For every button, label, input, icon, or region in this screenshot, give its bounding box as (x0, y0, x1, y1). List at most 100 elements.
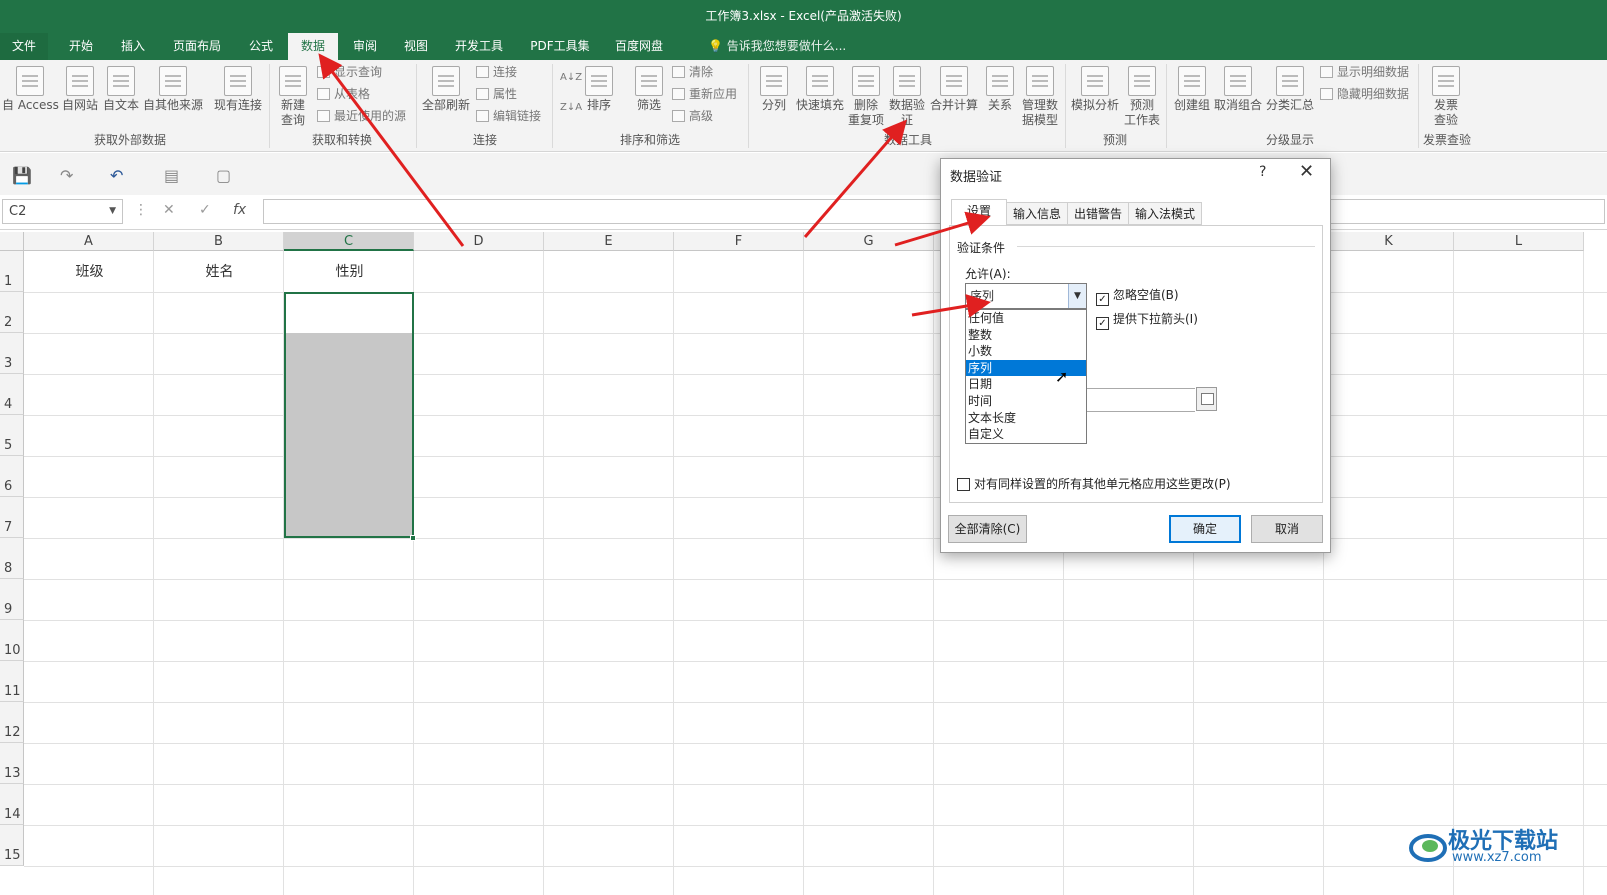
name-box[interactable]: C2 ▼ (2, 199, 123, 224)
allow-options-list[interactable]: 任何值 整数 小数 序列 日期 时间 文本长度 自定义 (965, 309, 1087, 444)
cancel-button[interactable]: 取消 (1251, 515, 1323, 543)
row-header[interactable]: 4 (0, 374, 24, 415)
from-table-button[interactable]: 从表格 (317, 86, 370, 102)
refresh-all-button[interactable]: 全部刷新 (422, 66, 470, 113)
chevron-down-icon[interactable]: ▼ (109, 200, 116, 223)
tab-home[interactable]: 开始 (58, 33, 104, 60)
clear-filter-button[interactable]: 清除 (672, 64, 713, 80)
source-input[interactable] (1087, 388, 1195, 412)
select-all-corner[interactable] (0, 232, 24, 251)
row-header[interactable]: 7 (0, 497, 24, 538)
reapply-button[interactable]: 重新应用 (672, 86, 737, 102)
column-header[interactable]: D (414, 232, 544, 251)
edit-links-button[interactable]: 编辑链接 (476, 108, 541, 124)
group-button[interactable]: 创建组 (1172, 66, 1212, 113)
insert-function-icon[interactable]: fx (233, 202, 246, 218)
row-header[interactable]: 2 (0, 292, 24, 333)
list-item[interactable]: 整数 (966, 327, 1086, 344)
flash-fill-button[interactable]: 快速填充 (795, 66, 845, 113)
ok-button[interactable]: 确定 (1169, 515, 1241, 543)
forecast-sheet-button[interactable]: 预测 工作表 (1122, 66, 1162, 128)
properties-button[interactable]: 属性 (476, 86, 517, 102)
fill-handle[interactable] (410, 535, 416, 541)
list-item[interactable]: 时间 (966, 393, 1086, 410)
ungroup-button[interactable]: 取消组合 (1214, 66, 1262, 113)
cancel-icon[interactable]: ✕ (163, 202, 175, 218)
row-header[interactable]: 5 (0, 415, 24, 456)
sort-button[interactable]: 排序 (584, 66, 614, 113)
checkbox-checked-icon[interactable]: ✓ (1096, 293, 1109, 306)
filter-button[interactable]: 筛选 (634, 66, 664, 113)
remove-duplicates-button[interactable]: 删除 重复项 (848, 66, 884, 128)
allow-select[interactable]: 序列 ▼ (965, 283, 1087, 309)
row-header[interactable]: 10 (0, 620, 24, 661)
tab-pdf-tools[interactable]: PDF工具集 (522, 33, 598, 60)
row-header[interactable]: 6 (0, 456, 24, 497)
new-query-button[interactable]: 新建 查询 (276, 66, 310, 128)
ignore-blank-checkbox[interactable]: ✓ 忽略空值(B) (1096, 286, 1179, 306)
tab-insert[interactable]: 插入 (110, 33, 156, 60)
chevron-down-icon[interactable]: ▼ (1068, 284, 1086, 308)
sort-az-icon[interactable]: A↓Z (560, 70, 582, 86)
column-header[interactable]: B (154, 232, 284, 251)
column-header[interactable]: A (24, 232, 154, 251)
subtotal-button[interactable]: 分类汇总 (1265, 66, 1315, 113)
apply-all-checkbox[interactable]: 对有同样设置的所有其他单元格应用这些更改(P) (957, 475, 1231, 492)
enter-icon[interactable]: ✓ (199, 202, 211, 218)
tell-me-box[interactable]: 💡 告诉我您想要做什么... (708, 33, 846, 60)
column-header[interactable]: K (1324, 232, 1454, 251)
column-header[interactable]: F (674, 232, 804, 251)
row-header[interactable]: 14 (0, 784, 24, 825)
list-item[interactable]: 小数 (966, 343, 1086, 360)
zoom-preview-icon[interactable]: ▢ (216, 166, 231, 185)
cell-C1[interactable]: 性别 (285, 252, 414, 292)
selected-range[interactable] (284, 292, 414, 538)
data-model-button[interactable]: 管理数 据模型 (1020, 66, 1060, 128)
column-header[interactable]: L (1454, 232, 1584, 251)
tab-baidu-netdisk[interactable]: 百度网盘 (606, 33, 672, 60)
what-if-analysis-button[interactable]: 模拟分析 (1070, 66, 1120, 113)
show-query-button[interactable]: 显示查询 (317, 64, 382, 80)
cell-A1[interactable]: 班级 (25, 252, 154, 292)
tab-formulas[interactable]: 公式 (238, 33, 284, 60)
close-icon[interactable]: ✕ (1299, 161, 1314, 182)
sort-za-icon[interactable]: Z↓A (560, 100, 582, 116)
formula-input[interactable] (263, 199, 1605, 224)
text-to-columns-button[interactable]: 分列 (758, 66, 790, 113)
range-select-button[interactable] (1196, 387, 1217, 411)
row-header[interactable]: 11 (0, 661, 24, 702)
checkbox-checked-icon[interactable]: ✓ (1096, 317, 1109, 330)
tab-ime-mode[interactable]: 输入法模式 (1128, 202, 1202, 225)
from-access-button[interactable]: 自 Access (2, 66, 59, 113)
from-web-button[interactable]: 自网站 (60, 66, 100, 113)
tab-view[interactable]: 视图 (393, 33, 439, 60)
consolidate-button[interactable]: 合并计算 (929, 66, 979, 113)
relationships-button[interactable]: 关系 (984, 66, 1016, 113)
list-item[interactable]: 文本长度 (966, 410, 1086, 427)
existing-connections-button[interactable]: 现有连接 (212, 66, 264, 113)
cell-B1[interactable]: 姓名 (155, 252, 284, 292)
row-header[interactable]: 8 (0, 538, 24, 579)
row-header[interactable]: 1 (0, 251, 24, 292)
column-header[interactable]: E (544, 232, 674, 251)
advanced-filter-button[interactable]: 高级 (672, 108, 713, 124)
tab-file[interactable]: 文件 (0, 33, 48, 60)
redo-icon[interactable]: ↷ (60, 166, 73, 185)
recent-sources-button[interactable]: 最近使用的源 (317, 108, 406, 124)
tab-settings[interactable]: 设置 (951, 199, 1007, 225)
list-item[interactable]: 自定义 (966, 426, 1086, 443)
undo-icon[interactable]: ↶ (110, 166, 123, 185)
clear-all-button[interactable]: 全部清除(C) (948, 515, 1027, 543)
from-text-button[interactable]: 自文本 (101, 66, 141, 113)
in-cell-dropdown-checkbox[interactable]: ✓ 提供下拉箭头(I) (1096, 310, 1198, 330)
help-icon[interactable]: ? (1259, 164, 1266, 180)
show-detail-button[interactable]: 显示明细数据 (1320, 64, 1409, 80)
data-validation-button[interactable]: 数据验证 (888, 66, 926, 128)
checkbox-icon[interactable] (957, 478, 970, 491)
tab-page-layout[interactable]: 页面布局 (164, 33, 230, 60)
hide-detail-button[interactable]: 隐藏明细数据 (1320, 86, 1409, 102)
connections-button[interactable]: 连接 (476, 64, 517, 80)
print-preview-icon[interactable]: ▤ (164, 166, 179, 185)
tab-data[interactable]: 数据 (288, 33, 338, 60)
save-icon[interactable]: 💾 (12, 166, 32, 185)
